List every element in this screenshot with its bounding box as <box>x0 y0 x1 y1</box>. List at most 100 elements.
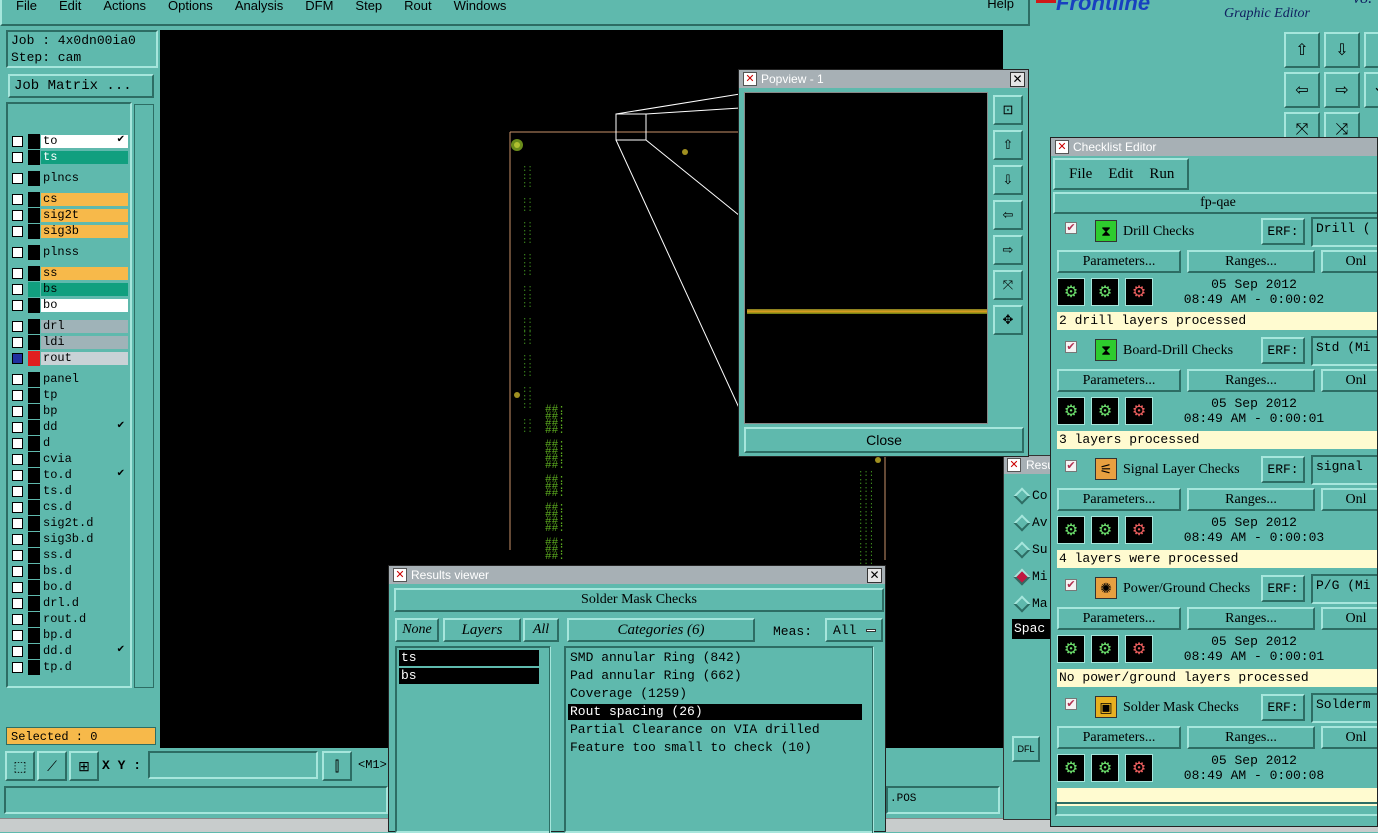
layer-row[interactable]: to ✔ <box>10 134 128 149</box>
layer-row[interactable]: cs.d <box>10 500 128 515</box>
erf-button[interactable]: ERF: <box>1261 218 1305 245</box>
layer-checkbox[interactable] <box>12 646 23 657</box>
menu-step[interactable]: Step <box>355 0 382 13</box>
check-enabled-checkbox[interactable]: ✔ <box>1065 341 1077 353</box>
layer-name[interactable]: plncs <box>41 172 128 185</box>
layer-checkbox[interactable] <box>12 438 23 449</box>
layer-color-swatch[interactable] <box>28 500 40 515</box>
check-enabled-checkbox[interactable]: ✔ <box>1065 579 1077 591</box>
layer-checkbox[interactable] <box>12 662 23 673</box>
layer-row[interactable]: ss.d <box>10 548 128 563</box>
layer-color-swatch[interactable] <box>28 644 40 659</box>
layer-checkbox[interactable] <box>12 614 23 625</box>
layer-color-swatch[interactable] <box>28 404 40 419</box>
run-icon[interactable]: ⚙ <box>1057 635 1085 663</box>
layer-color-swatch[interactable] <box>28 245 40 260</box>
snap-icon[interactable]: ⫿ <box>322 751 352 781</box>
layer-checkbox[interactable] <box>12 582 23 593</box>
run-stop-icon[interactable]: ⚙ <box>1125 397 1153 425</box>
only-button[interactable]: Onl <box>1321 607 1377 630</box>
layer-row[interactable]: d <box>10 436 128 451</box>
erf-value[interactable]: Std (Mi <box>1311 336 1377 366</box>
erf-button[interactable]: ERF: <box>1261 575 1305 602</box>
layer-checkbox[interactable] <box>12 598 23 609</box>
layer-name[interactable]: ss.d <box>41 549 128 562</box>
xy-input[interactable] <box>148 751 318 779</box>
none-button[interactable]: None <box>395 618 439 642</box>
run-stop-icon[interactable]: ⚙ <box>1125 635 1153 663</box>
layer-row[interactable]: dd ✔ <box>10 420 128 435</box>
parameters-button[interactable]: Parameters... <box>1057 369 1181 392</box>
parameters-button[interactable]: Parameters... <box>1057 250 1181 273</box>
erf-value[interactable]: signal <box>1311 455 1377 485</box>
all-button[interactable]: All <box>523 618 559 642</box>
layer-row[interactable]: tp.d <box>10 660 128 675</box>
layer-color-swatch[interactable] <box>28 282 40 297</box>
layer-name[interactable]: sig2t <box>41 209 128 222</box>
only-button[interactable]: Onl <box>1321 369 1377 392</box>
layer-name[interactable]: to.d <box>41 469 128 482</box>
layer-color-swatch[interactable] <box>28 134 40 149</box>
only-button[interactable]: Onl <box>1321 250 1377 273</box>
layer-name[interactable]: dd <box>41 421 128 434</box>
results-layer-list[interactable]: ts bs <box>395 646 551 833</box>
run-stop-icon[interactable]: ⚙ <box>1125 516 1153 544</box>
layer-row[interactable]: plncs <box>10 171 128 186</box>
layer-color-swatch[interactable] <box>28 208 40 223</box>
erf-button[interactable]: ERF: <box>1261 337 1305 364</box>
menu-dfm[interactable]: DFM <box>305 0 333 13</box>
layer-checkbox[interactable] <box>12 534 23 545</box>
layer-color-swatch[interactable] <box>28 564 40 579</box>
menu-options[interactable]: Options <box>168 0 213 13</box>
layer-name[interactable]: drl.d <box>41 597 128 610</box>
zoom-home-icon[interactable]: ⇧ <box>993 130 1023 160</box>
run-stop-icon[interactable]: ⚙ <box>1125 754 1153 782</box>
pan-up-icon[interactable]: ⇧ <box>1364 32 1378 68</box>
layer-name[interactable]: bs.d <box>41 565 128 578</box>
layer-checkbox[interactable] <box>12 374 23 385</box>
parameters-button[interactable]: Parameters... <box>1057 488 1181 511</box>
layer-color-swatch[interactable] <box>28 452 40 467</box>
ranges-button[interactable]: Ranges... <box>1187 488 1315 511</box>
pan-right-icon[interactable]: ⇨ <box>1324 72 1360 108</box>
layer-row[interactable]: ts <box>10 150 128 165</box>
layer-row[interactable]: ldi <box>10 335 128 350</box>
layer-name[interactable]: tp <box>41 389 128 402</box>
layer-name[interactable]: sig3b.d <box>41 533 128 546</box>
measure-tool-icon[interactable]: ⟋ <box>37 751 67 781</box>
layer-checkbox[interactable] <box>12 152 23 163</box>
layer-name[interactable]: to <box>41 135 128 148</box>
run-icon[interactable]: ⚙ <box>1057 516 1085 544</box>
layer-checkbox[interactable] <box>12 518 23 529</box>
erf-value[interactable]: P/G (Mi <box>1311 574 1377 604</box>
layer-checkbox[interactable] <box>12 422 23 433</box>
layer-color-swatch[interactable] <box>28 192 40 207</box>
layer-row[interactable]: to.d ✔ <box>10 468 128 483</box>
grid-tool-icon[interactable]: ⊞ <box>69 751 99 781</box>
layer-row[interactable]: plnss <box>10 245 128 260</box>
results-viewer-menu-icon[interactable]: ✕ <box>393 568 407 582</box>
layer-name[interactable]: ldi <box>41 336 128 349</box>
layer-color-swatch[interactable] <box>28 468 40 483</box>
layer-checkbox[interactable] <box>12 486 23 497</box>
layer-checkbox[interactable] <box>12 550 23 561</box>
layer-checkbox[interactable] <box>12 454 23 465</box>
results-category-item[interactable]: Coverage (1259) <box>568 686 862 702</box>
layer-checkbox[interactable] <box>12 406 23 417</box>
popview-close-button[interactable]: Close <box>744 427 1024 453</box>
zoom-center-icon[interactable]: ✥ <box>993 305 1023 335</box>
layer-name[interactable]: cs.d <box>41 501 128 514</box>
layer-color-swatch[interactable] <box>28 516 40 531</box>
layer-checkbox[interactable] <box>12 300 23 311</box>
zoom-fit-icon[interactable]: ⤧ <box>993 270 1023 300</box>
results-layer-item[interactable]: bs <box>399 668 539 684</box>
help-menu[interactable]: Help <box>987 0 1014 11</box>
layer-name[interactable]: d <box>41 437 128 450</box>
layer-color-swatch[interactable] <box>28 436 40 451</box>
zoom-home-icon[interactable]: ⇧ <box>1284 32 1320 68</box>
run-visible-icon[interactable]: ⚙ <box>1091 516 1119 544</box>
layer-color-swatch[interactable] <box>28 319 40 334</box>
menu-rout[interactable]: Rout <box>404 0 431 13</box>
layer-color-swatch[interactable] <box>28 335 40 350</box>
results-category-item[interactable]: Rout spacing (26) <box>568 704 862 720</box>
